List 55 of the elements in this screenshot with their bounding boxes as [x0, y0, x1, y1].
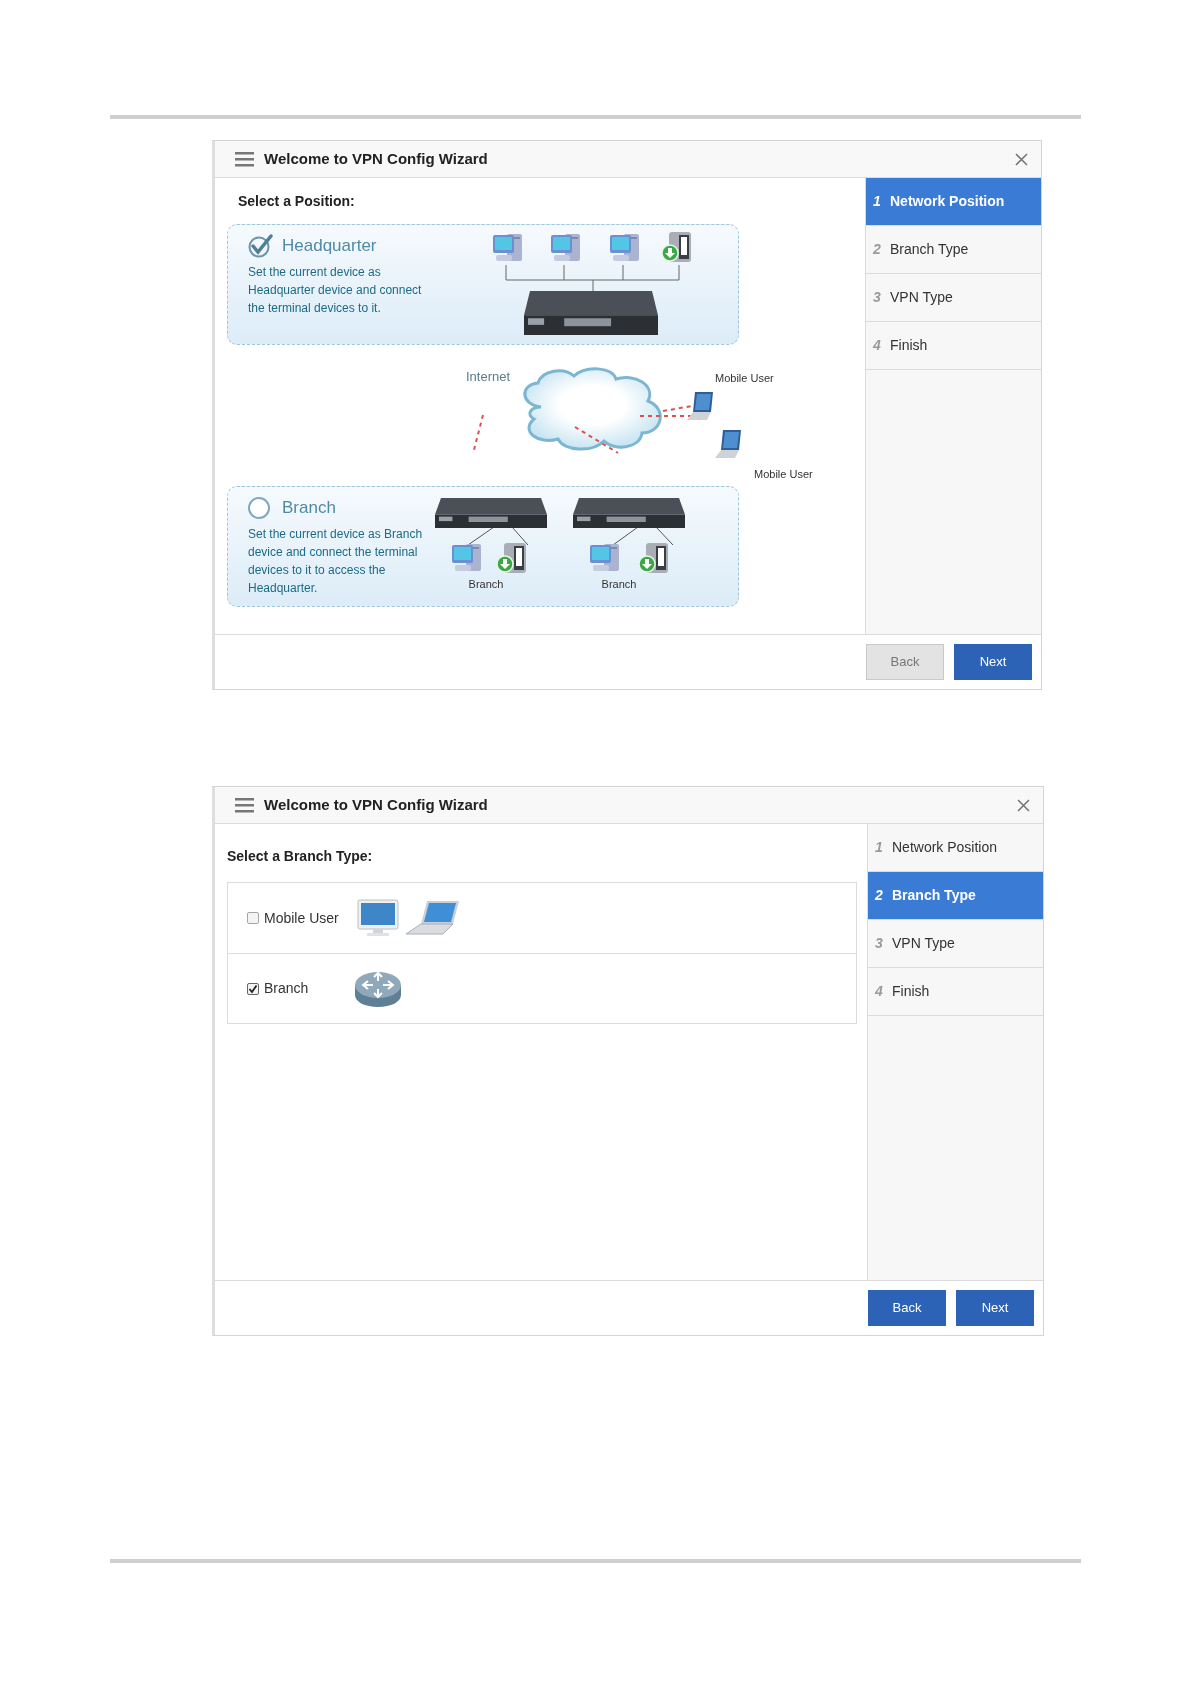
laptop-icon: [715, 430, 741, 458]
server-icon: [661, 232, 691, 262]
menu-icon[interactable]: [235, 797, 254, 813]
step-item[interactable]: 3 VPN Type: [868, 920, 1043, 968]
window-title: Welcome to VPN Config Wizard: [264, 148, 489, 169]
close-icon: [1014, 152, 1028, 166]
laptop-icon: [687, 392, 713, 420]
laptop-icon: [405, 900, 461, 936]
cloud-label: Internet: [466, 368, 511, 386]
step-item[interactable]: 4 Finish: [868, 968, 1043, 1016]
option-checkbox[interactable]: Branch: [247, 978, 353, 999]
wizard-button[interactable]: Back: [868, 1290, 946, 1326]
option-checkbox[interactable]: Mobile User: [247, 907, 353, 929]
computer-icon: [493, 234, 522, 261]
connection-line: [662, 405, 693, 412]
close-button[interactable]: [1013, 151, 1029, 167]
server-icon: [496, 543, 526, 573]
step-item[interactable]: 4 Finish: [866, 322, 1041, 370]
connection-line: [574, 426, 619, 454]
step-item[interactable]: 3 VPN Type: [866, 274, 1041, 322]
step-item[interactable]: 2 Branch Type: [868, 872, 1043, 920]
step-item[interactable]: 1 Network Position: [866, 178, 1041, 226]
close-icon: [1016, 798, 1030, 812]
mobile-user-label: Mobile User: [715, 371, 774, 386]
mobile-user-label: Mobile User: [754, 467, 813, 482]
site-label: Branch: [601, 577, 637, 592]
computer-icon: [551, 234, 580, 261]
monitor-icon: [357, 899, 399, 937]
menu-icon[interactable]: [235, 151, 254, 167]
computer-icon: [590, 544, 619, 571]
option-title: Branch: [282, 497, 336, 520]
checked-radio-icon[interactable]: [248, 234, 274, 258]
router-icon: [573, 498, 685, 528]
option-card[interactable]: Branch Set the current device as Branch device and connect the terminal devices to it to access the Headquarter. Branch Branch: [227, 486, 739, 607]
computer-icon: [610, 234, 639, 261]
router-icon: [435, 498, 547, 528]
router-icon: [524, 291, 658, 335]
cloud-icon: [523, 367, 662, 451]
connection-line: [473, 414, 484, 451]
checkbox[interactable]: [247, 912, 259, 924]
window-title: Welcome to VPN Config Wizard: [264, 794, 489, 815]
section-heading: Select a Position:: [237, 192, 356, 211]
option-title: Headquarter: [282, 235, 377, 258]
section-heading: Select a Branch Type:: [226, 847, 374, 866]
option-description: Set the current device as Branch device and connect the terminal devices to it to access the Headquarter.: [248, 526, 424, 597]
close-button[interactable]: [1015, 797, 1031, 813]
site-label: Branch: [468, 577, 504, 592]
wizard-button[interactable]: Next: [956, 1290, 1034, 1326]
server-icon: [638, 543, 668, 573]
computer-icon: [452, 544, 481, 571]
step-item[interactable]: 2 Branch Type: [866, 226, 1041, 274]
option-description: Set the current device as Headquarter device and connect the terminal devices to it.: [248, 264, 423, 317]
option-card[interactable]: Headquarter Set the current device as Headquarter device and connect the terminal devices to it.: [227, 224, 739, 345]
wizard-button[interactable]: Next: [954, 644, 1032, 680]
checkbox[interactable]: [247, 982, 259, 995]
